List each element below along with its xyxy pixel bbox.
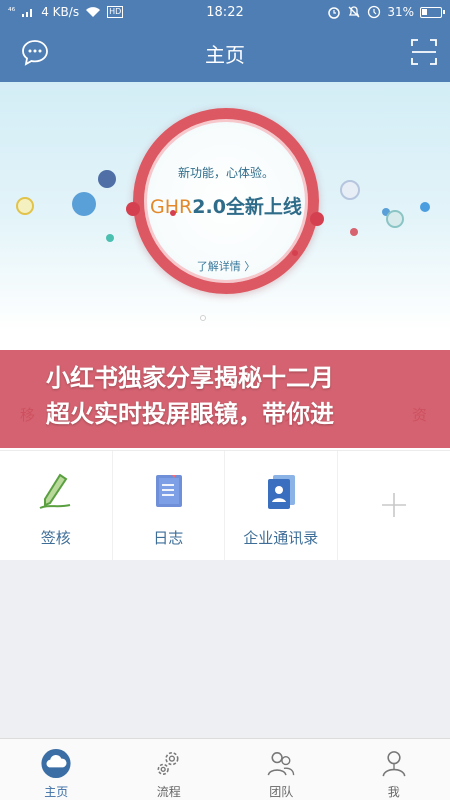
deco-dot xyxy=(106,234,114,242)
app-header: 主页 xyxy=(0,24,450,82)
signal-icon: ⁴⁶ xyxy=(8,7,16,17)
signal-bars-icon xyxy=(22,9,33,17)
tab-label: 主页 xyxy=(44,785,69,799)
app-grid-row-2: 签核 日志 企业通讯录 xyxy=(0,450,450,561)
tab-process[interactable]: 流程 xyxy=(113,739,226,800)
bottom-tab-bar: 主页 流程 团队 我 xyxy=(0,738,450,800)
tab-home[interactable]: 主页 xyxy=(0,739,113,800)
banner-headline: GHR2.0全新上线 xyxy=(150,196,302,218)
bulb-icon xyxy=(16,197,34,215)
pen-bubble-icon xyxy=(72,192,96,216)
promo-banner[interactable]: 新功能，心体验。 GHR2.0全新上线 了解详情 〉 xyxy=(0,82,450,330)
grid-item-label: 企业通讯录 xyxy=(243,529,319,547)
deco-dot xyxy=(350,228,358,236)
hd-icon: HD xyxy=(107,6,124,18)
timer-icon xyxy=(368,5,381,19)
notebook-icon xyxy=(156,475,183,507)
page-title: 主页 xyxy=(205,42,245,67)
chat-bubble-icon[interactable] xyxy=(20,38,50,68)
contacts-book-icon xyxy=(267,475,295,509)
battery-icon xyxy=(420,6,445,18)
ring-knob-right xyxy=(310,212,324,226)
lightbulb-icon xyxy=(340,180,360,200)
caption-line: 超火实时投屏眼镜，带你进 xyxy=(46,400,334,428)
tab-team[interactable]: 团队 xyxy=(225,739,338,800)
caption-overlay: 小红书独家分享揭秘十二月 超火实时投屏眼镜，带你进 xyxy=(0,350,450,448)
team-icon xyxy=(267,752,295,776)
chat-bubble-small-icon xyxy=(98,170,116,188)
grid-item-contacts[interactable]: 企业通讯录 xyxy=(225,451,338,561)
caption-line: 小红书独家分享揭秘十二月 xyxy=(46,364,334,392)
grid-item-label: 日志 xyxy=(153,529,184,547)
status-time: 18:22 xyxy=(206,4,244,20)
alarm-icon xyxy=(328,7,341,19)
wifi-icon xyxy=(86,7,101,17)
grid-item-add[interactable] xyxy=(338,451,450,561)
cloud-home-icon xyxy=(41,748,71,779)
tab-me[interactable]: 我 xyxy=(338,739,450,800)
mute-icon xyxy=(348,6,360,18)
tab-label: 流程 xyxy=(156,785,181,799)
scan-icon[interactable] xyxy=(410,38,438,66)
grid-item-sign-off[interactable]: 签核 xyxy=(0,451,113,561)
deco-dot xyxy=(292,250,298,256)
grid-item-log[interactable]: 日志 xyxy=(113,451,225,561)
plus-icon xyxy=(381,493,406,517)
deco-dot xyxy=(420,202,430,212)
person-icon xyxy=(382,751,406,777)
banner-page-indicator[interactable] xyxy=(200,315,206,321)
status-bar: ⁴⁶ 4 KB/s HD 18:22 31% xyxy=(0,0,450,24)
pen-icon xyxy=(39,473,70,509)
ring-knob-left xyxy=(126,202,140,216)
tab-label: 团队 xyxy=(269,785,294,799)
battery-percent: 31% xyxy=(387,5,414,19)
banner-learn-more-link[interactable]: 了解详情 〉 xyxy=(149,258,303,274)
tab-label: 我 xyxy=(387,785,400,799)
deco-dot xyxy=(170,210,176,216)
gears-icon xyxy=(157,752,179,775)
banner-subtitle: 新功能，心体验。 xyxy=(177,166,274,180)
network-speed: 4 KB/s xyxy=(41,5,80,19)
grid-item-label: 签核 xyxy=(40,529,71,547)
phone-bubble-icon xyxy=(386,210,404,228)
